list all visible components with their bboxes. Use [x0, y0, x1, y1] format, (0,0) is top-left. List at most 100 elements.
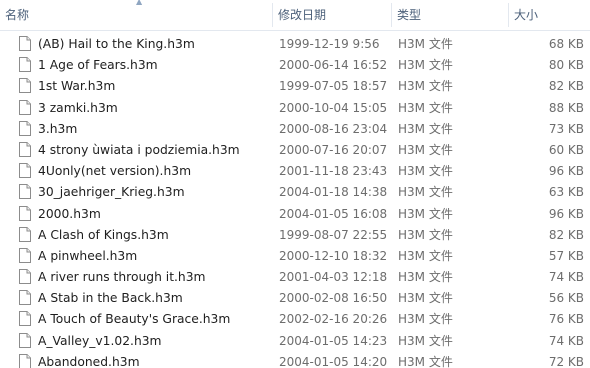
file-row[interactable]: (AB) Hail to the King.h3m 1999-12-19 9:56… — [0, 34, 590, 55]
file-icon — [19, 269, 31, 285]
file-size: 57 KB — [548, 248, 584, 263]
file-row[interactable]: A river runs through it.h3m 2001-04-03 12… — [0, 267, 590, 288]
file-icon — [19, 290, 31, 306]
column-header-type[interactable]: 类型 — [392, 0, 509, 30]
file-row[interactable]: A pinwheel.h3m 2000-12-10 18:32 H3M 文件 57 K… — [0, 246, 590, 267]
file-row[interactable]: 1 Age of Fears.h3m 2000-06-14 16:52 H3M 文件… — [0, 55, 590, 76]
column-header-size-label: 大小 — [514, 8, 539, 22]
file-name: A_Valley_v1.02.h3m — [38, 333, 162, 348]
file-size: 80 KB — [548, 58, 584, 73]
file-type: H3M 文件 — [398, 58, 453, 73]
file-date: 2001-04-03 12:18 — [279, 270, 388, 285]
file-row[interactable]: A Stab in the Back.h3m 2000-02-08 16:50 H3… — [0, 288, 590, 309]
file-type: H3M 文件 — [398, 185, 453, 200]
file-date: 2000-10-04 15:05 — [279, 100, 388, 115]
file-explorer-window: ▲ 名称 修改日期 类型 大小 (AB) Hail to the King.h3… — [0, 0, 590, 368]
file-size: 82 KB — [548, 227, 584, 242]
sort-up-icon: ▲ — [136, 0, 143, 6]
file-row[interactable]: Abandoned.h3m 2004-01-05 14:20 H3M 文件 72 KB — [0, 352, 590, 368]
file-date: 2004-01-05 16:08 — [279, 206, 388, 221]
file-icon — [19, 57, 31, 73]
file-name: 3.h3m — [38, 121, 78, 136]
file-row[interactable]: A_Valley_v1.02.h3m 2004-01-05 14:23 H3M 文件… — [0, 331, 590, 352]
file-row[interactable]: 30_jaehriger_Krieg.h3m 2004-01-18 14:38 H3… — [0, 182, 590, 203]
column-header-name[interactable]: ▲ 名称 — [0, 0, 273, 30]
file-icon — [19, 36, 31, 51]
file-row[interactable]: A Touch of Beauty's Grace.h3m 2002-02-16 … — [0, 309, 590, 330]
file-date: 2004-01-05 14:20 — [279, 354, 388, 368]
file-name: 4Uonly(net version).h3m — [38, 164, 192, 179]
file-type: H3M 文件 — [398, 100, 453, 115]
file-date: 2000-06-14 16:52 — [279, 58, 388, 73]
file-type: H3M 文件 — [398, 354, 453, 368]
file-type: H3M 文件 — [398, 142, 453, 157]
file-name: 1 Age of Fears.h3m — [38, 58, 158, 73]
file-icon — [19, 78, 31, 94]
file-type: H3M 文件 — [398, 291, 453, 306]
file-size: 82 KB — [548, 79, 584, 94]
file-icon — [19, 332, 31, 348]
file-row[interactable]: 3 zamki.h3m 2000-10-04 15:05 H3M 文件 88 KB — [0, 98, 590, 119]
file-date: 1999-08-07 22:55 — [279, 227, 388, 242]
file-date: 2000-12-10 18:32 — [279, 248, 388, 263]
file-date: 2004-01-18 14:38 — [279, 185, 388, 200]
file-row[interactable]: 4Uonly(net version).h3m 2001-11-18 23:43 H… — [0, 161, 590, 182]
file-name: A river runs through it.h3m — [38, 270, 206, 285]
file-name: 4 strony ùwiata i podziemia.h3m — [38, 142, 240, 157]
file-size: 56 KB — [548, 291, 584, 306]
file-type: H3M 文件 — [398, 79, 453, 94]
file-type: H3M 文件 — [398, 164, 453, 179]
file-type: H3M 文件 — [398, 312, 453, 327]
file-name: A Touch of Beauty's Grace.h3m — [38, 312, 231, 327]
file-size: 96 KB — [548, 164, 584, 179]
file-row[interactable]: A Clash of Kings.h3m 1999-08-07 22:55 H3M … — [0, 225, 590, 246]
file-row[interactable]: 4 strony ùwiata i podziemia.h3m 2000-07-1… — [0, 140, 590, 161]
column-header-date[interactable]: 修改日期 — [273, 0, 392, 30]
file-size: 73 KB — [548, 121, 584, 136]
file-row[interactable]: 3.h3m 2000-08-16 23:04 H3M 文件 73 KB — [0, 119, 590, 140]
file-date: 2000-08-16 23:04 — [279, 121, 388, 136]
column-header-date-label: 修改日期 — [278, 8, 327, 22]
file-list: (AB) Hail to the King.h3m 1999-12-19 9:56… — [0, 34, 590, 368]
file-type: H3M 文件 — [398, 248, 453, 263]
file-type: H3M 文件 — [398, 270, 453, 285]
file-icon — [19, 311, 31, 327]
file-icon — [19, 163, 31, 179]
file-size: 88 KB — [548, 100, 584, 115]
file-name: 1st War.h3m — [38, 79, 116, 94]
file-date: 2000-02-08 16:50 — [279, 291, 388, 306]
file-name: 30_jaehriger_Krieg.h3m — [38, 185, 185, 200]
file-icon — [19, 99, 31, 115]
file-date: 2001-11-18 23:43 — [279, 164, 388, 179]
file-type: H3M 文件 — [398, 121, 453, 136]
file-name: (AB) Hail to the King.h3m — [38, 37, 195, 51]
file-size: 60 KB — [548, 142, 584, 157]
file-size: 63 KB — [548, 185, 584, 200]
file-size: 74 KB — [548, 270, 584, 285]
file-date: 2004-01-05 14:23 — [279, 333, 388, 348]
file-type: H3M 文件 — [398, 206, 453, 221]
file-icon — [19, 247, 31, 263]
file-name: A pinwheel.h3m — [38, 248, 138, 263]
file-name: 3 zamki.h3m — [38, 100, 118, 115]
file-size: 72 KB — [548, 354, 584, 368]
file-icon — [19, 141, 31, 157]
file-name: Abandoned.h3m — [38, 354, 140, 368]
file-icon — [19, 184, 31, 200]
file-icon — [19, 353, 31, 368]
file-date: 1999-12-19 9:56 — [279, 37, 380, 51]
file-icon — [19, 226, 31, 242]
file-icon — [19, 205, 31, 221]
column-header-type-label: 类型 — [397, 8, 422, 22]
file-row[interactable]: 1st War.h3m 1999-07-05 18:57 H3M 文件 82 KB — [0, 76, 590, 97]
file-size: 74 KB — [548, 333, 584, 348]
file-icon — [19, 120, 31, 136]
file-date: 2000-07-16 20:07 — [279, 142, 388, 157]
file-row[interactable]: 2000.h3m 2004-01-05 16:08 H3M 文件 96 KB — [0, 204, 590, 225]
file-date: 1999-07-05 18:57 — [279, 79, 388, 94]
file-date: 2002-02-16 20:26 — [279, 312, 388, 327]
file-type: H3M 文件 — [398, 333, 453, 348]
file-type: H3M 文件 — [398, 37, 453, 51]
column-header-size[interactable]: 大小 — [509, 0, 590, 30]
file-type: H3M 文件 — [398, 227, 453, 242]
